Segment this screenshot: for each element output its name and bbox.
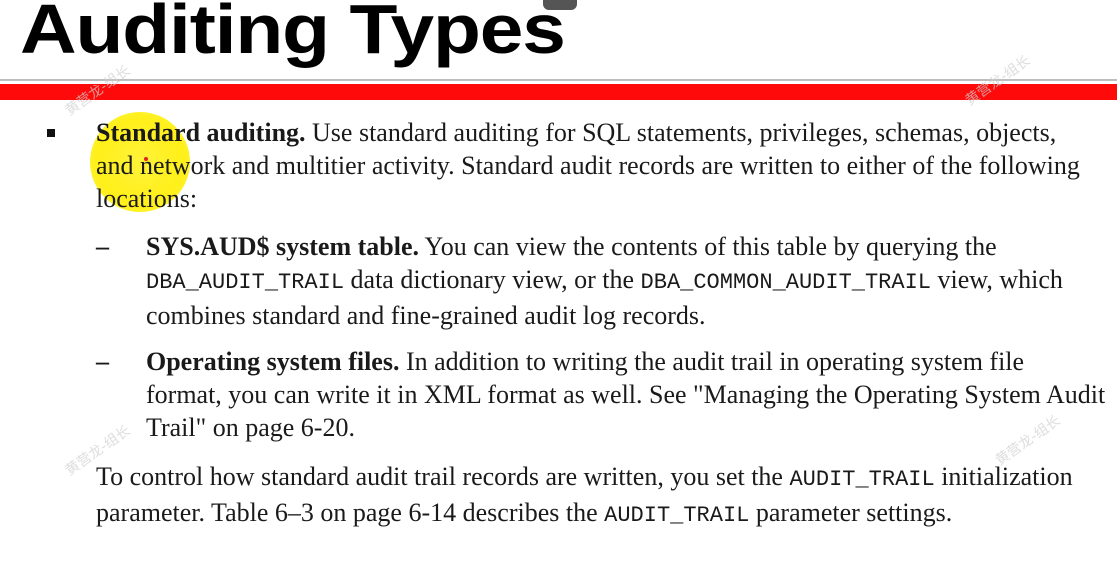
dash-marker: – bbox=[96, 232, 109, 261]
code-term: DBA_AUDIT_TRAIL bbox=[146, 270, 345, 295]
subbullet-os-files: Operating system files. In addition to w… bbox=[146, 345, 1106, 444]
subbullet-lead: Operating system files. bbox=[146, 347, 400, 376]
closing-paragraph: To control how standard audit trail reco… bbox=[96, 460, 1096, 532]
dash-marker: – bbox=[96, 347, 109, 376]
code-term: AUDIT_TRAIL bbox=[604, 503, 750, 528]
code-term: AUDIT_TRAIL bbox=[789, 467, 935, 492]
subbullet-lead: SYS.AUD$ system table. bbox=[146, 232, 419, 261]
subbullet-text: You can view the contents of this table … bbox=[419, 232, 997, 261]
bullet-square-icon bbox=[47, 129, 55, 137]
subbullet-text: data dictionary view, or the bbox=[344, 265, 641, 294]
title-accent-bar bbox=[0, 84, 1117, 100]
bullet-standard-auditing: Standard auditing. Use standard auditing… bbox=[96, 116, 1096, 215]
title-underline bbox=[0, 79, 1117, 81]
page-title: Auditing Types bbox=[20, 0, 566, 68]
paragraph-text: To control how standard audit trail reco… bbox=[96, 462, 790, 491]
subbullet-sys-aud: SYS.AUD$ system table. You can view the … bbox=[146, 230, 1106, 332]
code-term: DBA_COMMON_AUDIT_TRAIL bbox=[640, 270, 931, 295]
paragraph-text: parameter settings. bbox=[749, 498, 953, 527]
bullet-lead: Standard auditing. bbox=[96, 118, 306, 147]
